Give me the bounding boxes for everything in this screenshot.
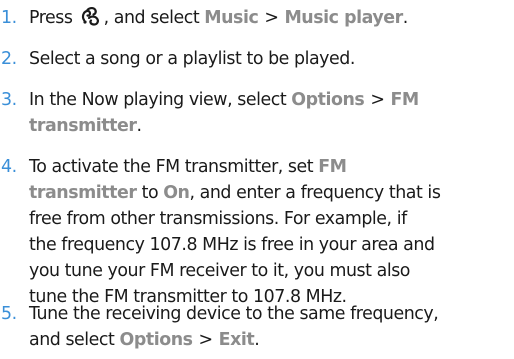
step-1: 1. Press , and select Music > Music player. [0, 5, 510, 31]
step-text: In the Now playing view, select [29, 90, 287, 110]
step-text: free from other transmissions. For examp… [29, 209, 407, 229]
step-5: 5. Tune the receiving device to the same … [0, 301, 510, 353]
menu-key-icon [80, 6, 102, 26]
step-text: . [136, 116, 143, 136]
path-separator: > [370, 90, 385, 110]
setting-fm-transmitter: FM [318, 157, 347, 177]
step-text: Press [29, 8, 73, 28]
menu-item-options: Options [291, 90, 365, 110]
path-separator: > [264, 8, 279, 28]
step-4: 4. To activate the FM transmitter, set FM… [0, 154, 510, 310]
step-text: . [402, 8, 409, 28]
menu-item-exit: Exit [218, 330, 255, 350]
instruction-list: 1. Press , and select Music > Music player.… [0, 0, 514, 359]
step-text: Tune the receiving device to the same fr… [29, 304, 439, 324]
step-number: 2. [1, 49, 17, 69]
menu-item-music-player: Music player [284, 8, 403, 28]
setting-fm-transmitter-cont: transmitter [29, 183, 137, 203]
menu-item-fm-transmitter: FM [390, 90, 419, 110]
step-text: to [141, 183, 159, 203]
step-text: and select [29, 330, 115, 350]
step-text: the frequency 107.8 MHz is free in your … [29, 235, 435, 255]
step-text: . [254, 330, 260, 350]
path-separator: > [198, 330, 214, 350]
menu-item-music: Music [204, 8, 259, 28]
step-number: 5. [1, 304, 17, 324]
step-text: , and enter a frequency that is [189, 183, 441, 203]
setting-value-on: On [163, 183, 190, 203]
step-number: 4. [1, 157, 17, 177]
step-3: 3. In the Now playing view, select Option… [0, 87, 510, 139]
step-text: you tune your FM receiver to it, you mus… [29, 261, 410, 281]
step-2: 2. Select a song or a playlist to be play… [0, 46, 510, 72]
step-text: , and select [103, 8, 200, 28]
step-number: 3. [1, 90, 17, 110]
menu-item-options: Options [119, 330, 193, 350]
step-number: 1. [1, 8, 17, 28]
step-text: Select a song or a playlist to be played… [29, 49, 355, 69]
menu-item-fm-transmitter-cont: transmitter [29, 116, 137, 136]
step-text: To activate the FM transmitter, set [29, 157, 314, 177]
